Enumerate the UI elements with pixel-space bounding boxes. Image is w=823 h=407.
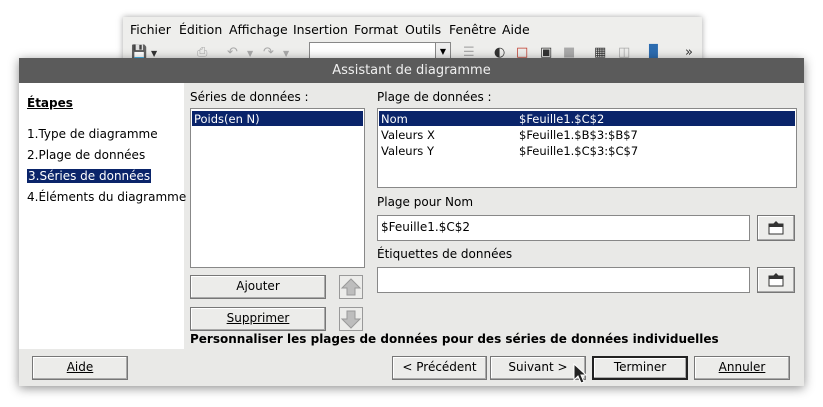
select-range-button[interactable] bbox=[757, 215, 795, 241]
shrink-icon bbox=[768, 221, 784, 235]
series-listbox[interactable]: Poids(en N) bbox=[190, 108, 365, 268]
menu-outils[interactable]: Outils bbox=[405, 22, 441, 37]
title-bar: Assistant de diagramme bbox=[19, 58, 804, 83]
list-item[interactable]: Poids(en N) bbox=[192, 111, 363, 126]
step-number: 3. bbox=[28, 169, 40, 183]
range-for-name-input[interactable]: $Feuille1.$C$2 bbox=[377, 215, 750, 241]
description-text: Personnaliser les plages de données pour… bbox=[190, 332, 719, 346]
dropdown-icon[interactable]: ▼ bbox=[247, 49, 253, 58]
range-for-name-label: Plage pour Nom bbox=[377, 195, 474, 209]
add-button[interactable]: Ajouter bbox=[190, 275, 326, 299]
range-cell: $Feuille1.$B$3:$B$7 bbox=[519, 128, 638, 142]
menu-fichier[interactable]: Fichier bbox=[130, 22, 171, 37]
steps-panel: Étapes 1.Type de diagramme 2.Plage de do… bbox=[19, 83, 186, 349]
range-cell: $Feuille1.$C$3:$C$7 bbox=[519, 144, 639, 158]
dropdown-icon[interactable]: ▼ bbox=[283, 49, 289, 58]
role-cell: Valeurs X bbox=[381, 128, 435, 142]
data-range-label: Plage de données : bbox=[377, 90, 492, 104]
data-labels-input[interactable] bbox=[377, 267, 750, 293]
menu-affichage[interactable]: Affichage bbox=[229, 22, 288, 37]
dialog-title: Assistant de diagramme bbox=[332, 63, 491, 78]
menu-edition[interactable]: Édition bbox=[179, 22, 222, 37]
shrink-icon bbox=[768, 273, 784, 287]
step-label: Plage de données bbox=[38, 148, 146, 162]
chart-wizard-dialog: Assistant de diagramme Étapes 1.Type de … bbox=[19, 58, 804, 386]
move-up-button[interactable] bbox=[339, 275, 363, 299]
menu-aide[interactable]: Aide bbox=[502, 22, 530, 37]
cursor-icon bbox=[573, 363, 587, 384]
step-number: 4. bbox=[27, 190, 39, 204]
arrow-up-icon bbox=[340, 278, 362, 296]
table-row[interactable]: Valeurs Y $Feuille1.$C$3:$C$7 bbox=[379, 143, 795, 158]
table-row[interactable]: Nom $Feuille1.$C$2 bbox=[379, 111, 795, 126]
step-chart-type[interactable]: 1.Type de diagramme bbox=[27, 127, 158, 141]
step-label: Type de diagramme bbox=[38, 127, 158, 141]
step-number: 2. bbox=[27, 148, 39, 162]
finish-button[interactable]: Terminer bbox=[592, 356, 688, 380]
steps-heading: Étapes bbox=[27, 96, 73, 110]
remove-button[interactable]: Supprimer bbox=[190, 307, 326, 331]
step-data-series[interactable]: 3.Séries de données bbox=[27, 169, 152, 183]
series-label: Séries de données : bbox=[190, 90, 309, 104]
dropdown-icon[interactable]: ▼ bbox=[151, 49, 157, 58]
step-chart-elements[interactable]: 4.Éléments du diagramme bbox=[27, 190, 186, 204]
data-labels-label: Étiquettes de données bbox=[377, 247, 513, 261]
move-down-button[interactable] bbox=[339, 307, 363, 331]
cancel-button[interactable]: Annuler bbox=[694, 356, 790, 380]
menu-fenetre[interactable]: Fenêtre bbox=[449, 22, 496, 37]
previous-button[interactable]: < Précédent bbox=[392, 356, 487, 380]
range-cell: $Feuille1.$C$2 bbox=[519, 112, 605, 126]
step-label: Séries de données bbox=[39, 169, 151, 183]
role-cell: Valeurs Y bbox=[381, 144, 434, 158]
step-data-range[interactable]: 2.Plage de données bbox=[27, 148, 145, 162]
step-label: Éléments du diagramme bbox=[38, 190, 187, 204]
table-row[interactable]: Valeurs X $Feuille1.$B$3:$B$7 bbox=[379, 127, 795, 142]
role-cell: Nom bbox=[381, 112, 408, 126]
step-number: 1. bbox=[27, 127, 39, 141]
select-range-button[interactable] bbox=[757, 267, 795, 293]
data-range-table[interactable]: Nom $Feuille1.$C$2 Valeurs X $Feuille1.$… bbox=[377, 108, 797, 188]
menu-insertion[interactable]: Insertion bbox=[293, 22, 348, 37]
arrow-down-icon bbox=[340, 310, 362, 329]
series-name: Poids(en N) bbox=[194, 112, 260, 126]
menu-bar: Fichier Édition Affichage Insertion Form… bbox=[123, 17, 702, 39]
help-button[interactable]: Aide bbox=[32, 356, 128, 380]
menu-format[interactable]: Format bbox=[354, 22, 398, 37]
next-button[interactable]: Suivant > bbox=[490, 356, 586, 380]
